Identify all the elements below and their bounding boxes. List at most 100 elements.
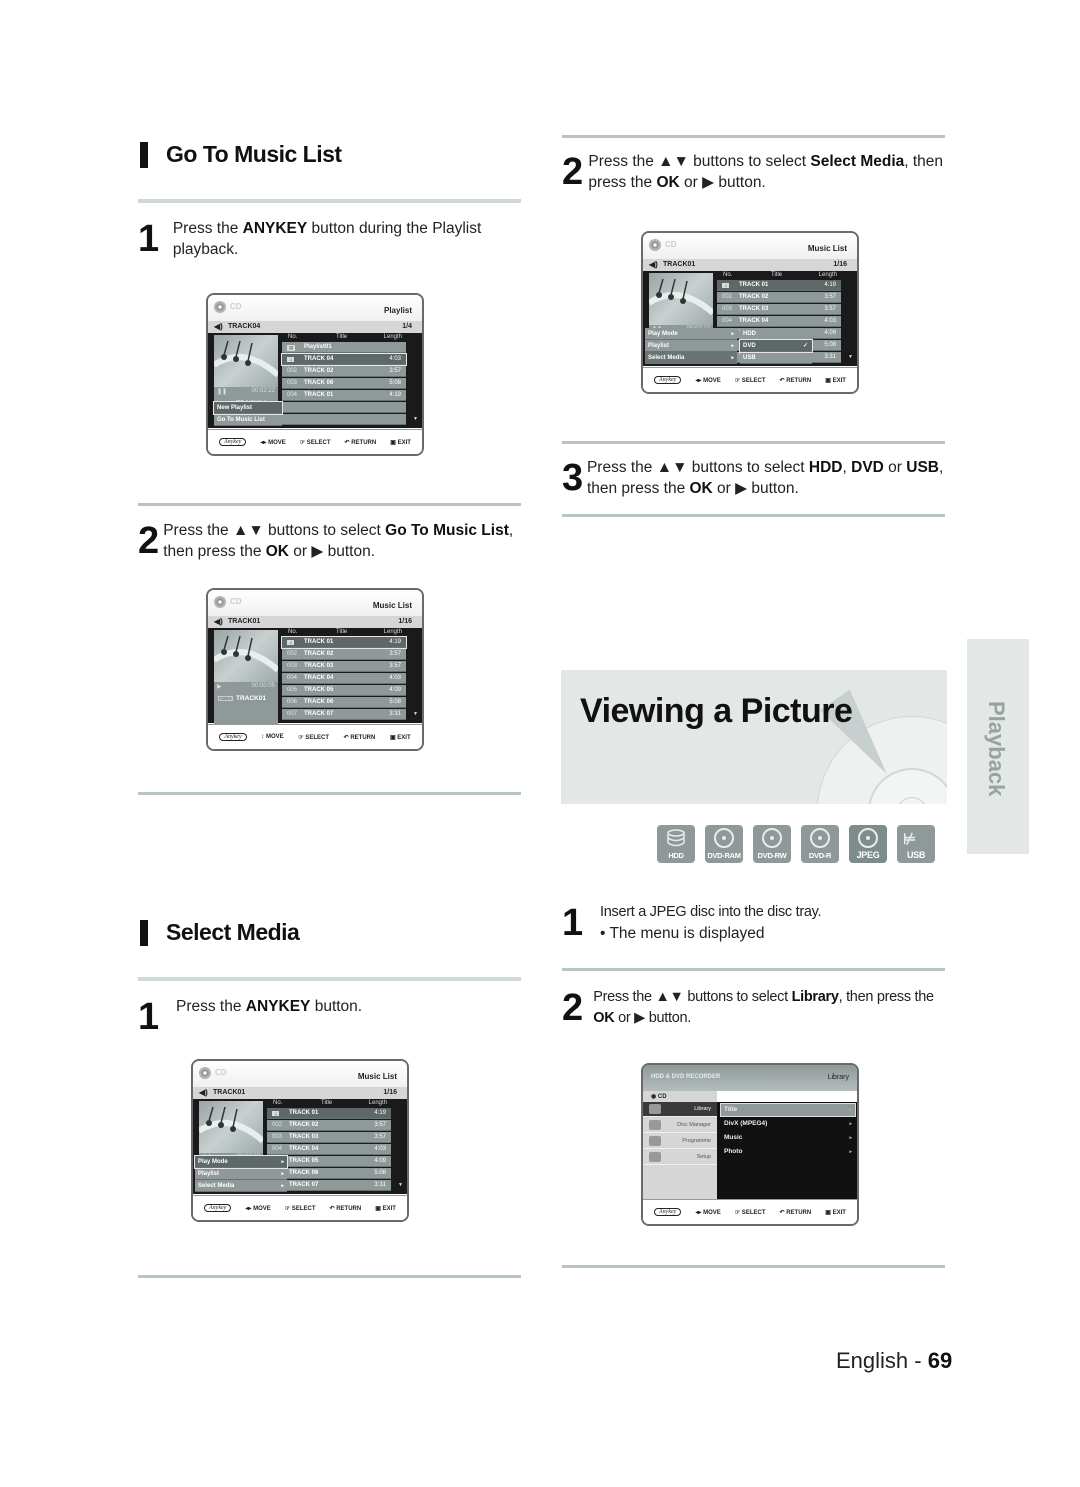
exit-hint: ▣ EXIT [389,734,411,741]
list-row[interactable]: 004 TRACK 01 4:19 [282,390,406,401]
screen-mode: Library [827,1074,849,1081]
return-hint: ↶ RETURN [344,439,377,446]
list-row[interactable]: 004 TRACK 04 4:03 [717,316,841,327]
anykey-button[interactable]: Anykey [219,733,247,741]
arrow-right-icon: ▸ [281,1171,284,1177]
sidebar-item-programme[interactable]: Programme [643,1134,717,1149]
music-notes-icon [214,335,278,387]
list-row[interactable]: 005TRACK 054:09 [282,685,406,696]
source-label: CD [230,597,242,606]
divider [562,441,945,444]
list-row-selected[interactable]: ♫ TRACK 01 4:19 [281,636,407,649]
step-text: Press the ▲▼ buttons to select Go To Mus… [163,522,514,560]
menu-item-playlist[interactable]: Playlist ▸ [645,340,737,352]
media-option-usb[interactable]: USB [740,352,812,364]
list-row[interactable]: 002 TRACK 02 3:57 [267,1120,391,1131]
pause-icon: ❚❚ [217,389,228,395]
step-text: Press the ANYKEY button. [176,998,363,1015]
source-label: ◉ CD [651,1094,667,1100]
music-notes-icon [214,630,278,682]
list-row[interactable]: 004 TRACK 04 4:03 [282,673,406,684]
list-row[interactable]: 002 TRACK 02 3:57 [282,366,406,377]
section-bar [140,141,148,168]
hdd-icon [667,829,685,847]
menu-item-new-playlist[interactable]: New Playlist [213,401,283,415]
list-row[interactable]: 002 TRACK 02 3:57 [282,649,406,660]
scroll-down-icon[interactable]: ▼ [398,1182,403,1188]
speaker-icon: ◀) [214,617,223,626]
media-option-hdd[interactable]: HDD [740,328,812,340]
menu-item-go-to-music-list[interactable]: Go To Music List [214,414,282,426]
page-indicator: 1/16 [833,261,847,268]
screen-footer: Anykey ◂▸ MOVE ☞ SELECT ↶ RETURN ▣ EXIT [193,1195,407,1220]
list-row[interactable]: 004 TRACK 04 4:03 [267,1144,391,1155]
step-number: 2 [138,520,160,562]
media-option-dvd[interactable]: DVD ✓ [739,339,813,353]
scroll-down-icon[interactable]: ▼ [413,711,418,717]
select-hint: ☞ SELECT [298,734,329,741]
section-title: Select Media [166,919,300,945]
menu-item-playlist[interactable]: Playlist ▸ [195,1168,287,1180]
screen-body: ❚❚00:02:22 CDDATRACK04 No. Title Length … [208,333,422,428]
list-row[interactable]: 007TRACK 073:31 [282,709,406,720]
section-header-go-to-music-list: Go To Music List [140,141,342,168]
menu-item-play-mode[interactable]: Play Mode ▸ [645,328,737,340]
column-headers: No. Title Length [273,1100,387,1106]
anykey-button[interactable]: Anykey [654,1208,682,1216]
arrow-right-icon: ▸ [731,331,734,337]
scroll-down-icon[interactable]: ▼ [413,416,418,422]
list-row[interactable]: 006TRACK 065:08 [282,697,406,708]
anykey-button[interactable]: Anykey [204,1204,232,1212]
page-indicator: 1/4 [402,323,412,330]
screen-footer: Anykey ◂▸ MOVE ☞ SELECT ↶ RETURN ▣ EXIT [643,1199,857,1224]
option-divx[interactable]: DivX (MPEG4) ▸ [721,1118,855,1130]
media-badges: HDD DVD-RAM DVD-RW DVD-R JPEG ⊭ USB [657,825,935,863]
arrow-right-icon: ▸ [849,1121,852,1127]
divider [138,977,521,981]
page-title: Viewing a Picture [580,692,853,730]
badge-dvd-r: DVD-R [801,825,839,863]
list-row[interactable]: 003 TRACK 03 3:57 [717,304,841,315]
anykey-button[interactable]: Anykey [654,376,682,384]
scroll-down-icon[interactable]: ▼ [848,354,853,360]
option-music[interactable]: Music ▸ [721,1132,855,1144]
divider [562,968,945,971]
library-icon [649,1104,661,1114]
anykey-button[interactable]: Anykey [219,438,247,446]
list-row[interactable]: 002 TRACK 02 3:57 [717,292,841,303]
divider [562,514,945,517]
menu-item-play-mode[interactable]: Play Mode ▸ [194,1155,288,1169]
select-hint: ☞ SELECT [734,1209,766,1216]
list-row[interactable]: 003 TRACK 06 5:08 [282,378,406,389]
list-row[interactable]: ♫ TRACK 01 4:19 [267,1108,391,1119]
menu-item-select-media[interactable]: Select Media ▸ [645,352,737,364]
list-row[interactable]: 003 TRACK 03 3:57 [267,1132,391,1143]
clock-icon [649,1136,661,1146]
sidebar-item-library[interactable]: Library [643,1102,717,1117]
return-hint: ↶ RETURN [329,1205,362,1212]
option-photo[interactable]: Photo ▸ [721,1146,855,1158]
sidebar-item-setup[interactable]: Setup [643,1150,717,1165]
playback-time: ▶ 00:00:05 [214,682,278,692]
option-title[interactable]: Title ▸ [720,1103,856,1117]
list-row[interactable]: ▤ Playlist01 [282,342,406,353]
device-brand: HDD & DVD RECORDER [651,1074,721,1080]
step-2-library: 2 Press the ▲▼ buttons to select Library… [562,987,952,1029]
screen-library: HDD & DVD RECORDER Library ◉ CD Library … [641,1063,859,1226]
move-hint: ↕ MOVE [261,734,284,740]
step-text: Press the ▲▼ buttons to select Select Me… [588,153,944,191]
return-hint: ↶ RETURN [343,734,376,741]
step-2-select-media: 2 Press the ▲▼ buttons to select Select … [562,151,952,193]
list-row-selected[interactable]: ♫ TRACK 04 4:03 [281,353,407,366]
list-row[interactable]: ♫ TRACK 01 4:19 [717,280,841,291]
screen-footer: Anykey ◂▸ MOVE ☞ SELECT ↶ RETURN ▣ EXIT [643,367,857,392]
cd-icon: ◉ [651,1094,657,1100]
cd-icon [214,596,226,608]
current-track: TRACK01 [213,1089,246,1096]
divider [138,792,521,795]
menu-item-select-media[interactable]: Select Media ▸ [195,1180,287,1192]
list-row[interactable]: 003 TRACK 03 3:57 [282,661,406,672]
sidebar-item-disc-manager[interactable]: Disc Manager [643,1118,717,1133]
library-options: Title ▸ DivX (MPEG4) ▸ Music ▸ Photo ▸ [717,1102,857,1201]
badge-dvd-rw: DVD-RW [753,825,791,863]
